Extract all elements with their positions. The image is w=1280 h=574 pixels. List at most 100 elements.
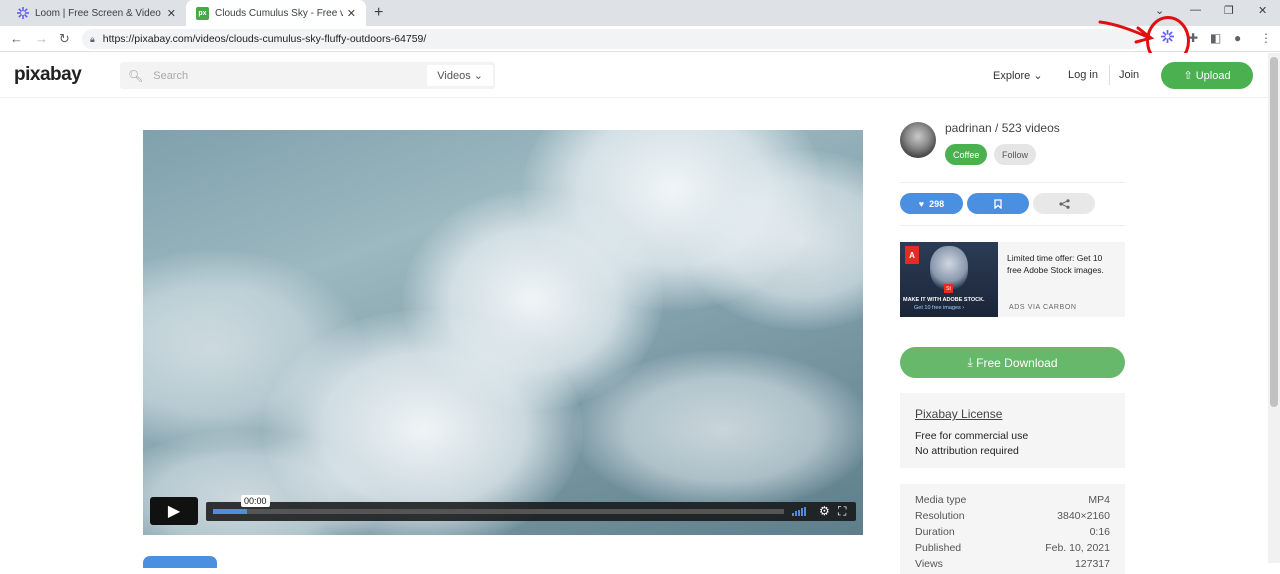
address-bar: ← → ↻ 🔒︎ https://pixabay.com/videos/clou…	[0, 26, 1280, 52]
ad-banner[interactable]: A St MAKE IT WITH ADOBE STOCK. Get 10 fr…	[900, 242, 1125, 317]
page-scrollbar[interactable]	[1268, 53, 1280, 563]
share-button[interactable]	[1033, 193, 1095, 214]
divider	[900, 225, 1125, 226]
site-header: pixabay 🔍︎ Videos ⌄ Explore ⌄ Log in Joi…	[0, 53, 1268, 98]
info-row: Resolution 3840×2160	[915, 508, 1110, 524]
url-field[interactable]: 🔒︎ https://pixabay.com/videos/clouds-cum…	[82, 29, 1142, 49]
tab-loom[interactable]: Loom | Free Screen & Video Re ✕	[6, 0, 186, 26]
cloud-shape	[573, 350, 863, 510]
media-info-box: Media type MP4 Resolution 3840×2160 Durati…	[900, 484, 1125, 574]
url-text: https://pixabay.com/videos/clouds-cumulu…	[102, 33, 427, 45]
tab-title: Loom | Free Screen & Video Re	[35, 7, 163, 19]
ad-source[interactable]: ADS VIA CARBON	[1009, 304, 1077, 311]
new-tab-icon[interactable]: +	[374, 4, 383, 22]
video-player[interactable]: ▶ 00:00 ⚙ ⛶	[143, 130, 863, 535]
free-download-button[interactable]: ⤓ Free Download	[900, 347, 1125, 378]
close-window-icon[interactable]: ✕	[1258, 4, 1267, 17]
bookmark-icon	[994, 198, 1002, 209]
reload-icon[interactable]: ↻	[59, 31, 70, 47]
player-controls: ▶ 00:00 ⚙ ⛶	[149, 495, 857, 525]
like-button[interactable]: ♥ 298	[900, 193, 963, 214]
volume-icon[interactable]	[792, 507, 806, 516]
author-name[interactable]: padrinan / 523 videos	[945, 121, 1060, 135]
follow-button[interactable]: Follow	[994, 144, 1037, 165]
info-value: 127317	[1074, 558, 1110, 570]
heart-icon: ♥	[918, 198, 925, 209]
info-row: Views 127317	[915, 556, 1110, 572]
ad-caption: MAKE IT WITH ADOBE STOCK.	[903, 297, 985, 303]
info-value: 3840×2160	[1057, 510, 1110, 522]
close-tab-icon[interactable]: ✕	[167, 7, 176, 20]
ad-text[interactable]: Limited time offer: Get 10 free Adobe St…	[1007, 252, 1119, 276]
search-icon: 🔍︎	[128, 68, 144, 83]
license-line: Free for commercial use	[915, 430, 1029, 442]
download-icon: ⤓	[967, 355, 973, 369]
info-value: Feb. 10, 2021	[1045, 542, 1110, 554]
explore-label: Explore	[993, 70, 1031, 82]
license-line: No attribution required	[915, 445, 1019, 457]
info-value: MP4	[1088, 494, 1110, 506]
join-link[interactable]: Join	[1119, 69, 1139, 81]
browser-menu-icon[interactable]: ⋮	[1260, 31, 1272, 45]
info-label: Media type	[915, 494, 967, 506]
pixabay-logo[interactable]: pixabay	[14, 64, 82, 86]
side-panel-icon[interactable]: ◧	[1210, 31, 1221, 45]
minimize-icon[interactable]: —	[1190, 4, 1201, 16]
tab-pixabay[interactable]: px Clouds Cumulus Sky - Free vide ✕	[186, 0, 366, 26]
below-video-button[interactable]	[143, 556, 217, 568]
upload-icon: ⇧	[1183, 70, 1193, 82]
info-row: Published Feb. 10, 2021	[915, 540, 1110, 556]
profile-icon[interactable]: ●	[1234, 31, 1241, 45]
info-value: 0:16	[1089, 526, 1110, 538]
info-label: Published	[915, 542, 962, 554]
download-label: Free Download	[976, 355, 1058, 370]
lock-icon: 🔒︎	[90, 33, 95, 44]
forward-icon[interactable]: →	[35, 31, 48, 46]
progress-bar[interactable]: 00:00	[213, 495, 784, 514]
search-bar: 🔍︎ Videos ⌄	[120, 62, 495, 89]
search-type-label: Videos	[437, 69, 471, 82]
bookmark-button[interactable]	[967, 193, 1029, 214]
divider	[900, 182, 1125, 183]
progress-fill	[213, 509, 248, 514]
pixabay-favicon-icon: px	[196, 6, 209, 20]
maximize-icon[interactable]: ❐	[1224, 4, 1234, 17]
tab-title: Clouds Cumulus Sky - Free vide	[215, 7, 343, 19]
explore-menu[interactable]: Explore ⌄	[993, 69, 1043, 82]
settings-gear-icon[interactable]: ⚙	[819, 504, 830, 518]
share-icon	[1058, 198, 1070, 209]
search-input[interactable]	[153, 69, 424, 82]
play-button[interactable]: ▶	[150, 497, 198, 525]
close-tab-icon[interactable]: ✕	[347, 7, 356, 20]
search-type-dropdown[interactable]: Videos ⌄	[427, 65, 493, 86]
upload-button[interactable]: ⇧ Upload	[1161, 62, 1253, 89]
info-label: Views	[915, 558, 943, 570]
like-count: 298	[929, 198, 945, 209]
control-bar: 00:00 ⚙ ⛶	[206, 495, 856, 521]
coffee-button[interactable]: Coffee	[945, 144, 988, 165]
ad-image[interactable]: A St MAKE IT WITH ADOBE STOCK. Get 10 fr…	[900, 242, 998, 317]
header-divider	[1109, 65, 1110, 85]
scrollbar-thumb[interactable]	[1270, 57, 1278, 407]
info-label: Resolution	[915, 510, 965, 522]
chevron-down-icon: ⌄	[1033, 70, 1043, 82]
time-tooltip: 00:00	[241, 495, 270, 507]
avatar[interactable]	[900, 122, 936, 158]
play-icon: ▶	[167, 503, 181, 520]
adobe-stock-badge-icon: St	[944, 284, 953, 293]
loom-favicon-icon	[16, 7, 29, 20]
upload-label: Upload	[1195, 69, 1231, 82]
license-box: Pixabay License Free for commercial use …	[900, 393, 1125, 468]
adobe-logo-icon: A	[905, 246, 919, 264]
browser-tab-bar: Loom | Free Screen & Video Re ✕ px Cloud…	[0, 0, 1280, 26]
info-label: Duration	[915, 526, 955, 538]
ad-caption-link: Get 10 free images ›	[914, 305, 965, 311]
fullscreen-icon[interactable]: ⛶	[838, 504, 846, 519]
chevron-down-icon: ⌄	[473, 70, 483, 82]
license-link[interactable]: Pixabay License	[915, 407, 1110, 421]
back-icon[interactable]: ←	[10, 31, 23, 46]
info-row: Duration 0:16	[915, 524, 1110, 540]
info-row: Media type MP4	[915, 492, 1110, 508]
login-link[interactable]: Log in	[1068, 69, 1098, 81]
tab-search-icon[interactable]: ⌄	[1155, 4, 1164, 17]
